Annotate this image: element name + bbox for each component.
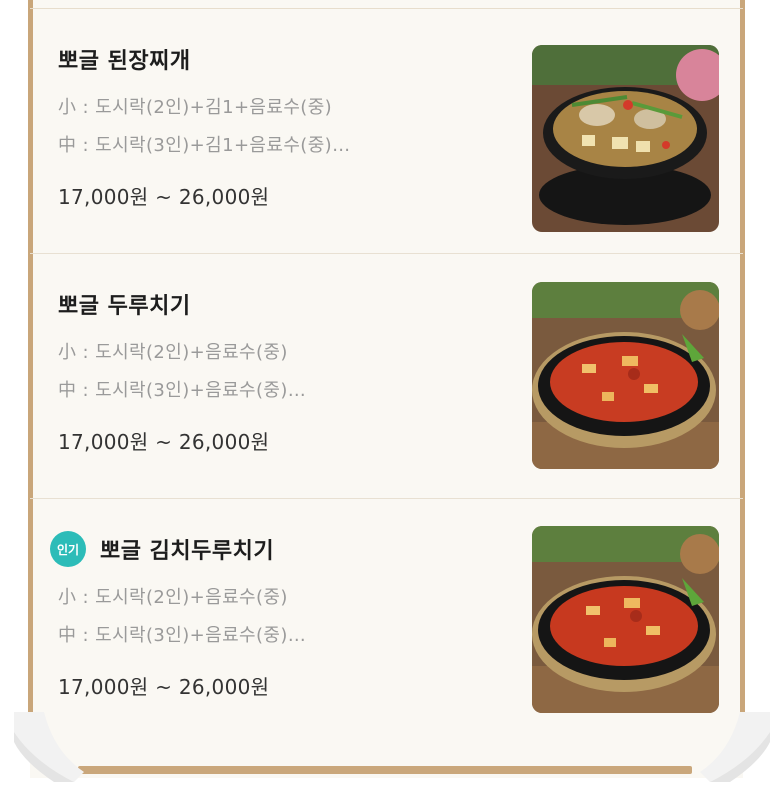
- stirfry-photo-icon[interactable]: [532, 282, 719, 469]
- menu-item-price: 17,000원 ~ 26,000원: [58, 675, 270, 699]
- page-curl-left-icon: [14, 712, 84, 782]
- menu-item-price: 17,000원 ~ 26,000원: [58, 430, 270, 454]
- menu-item-option-medium: 中 : 도시락(3인)+음료수(중)…: [58, 625, 307, 646]
- menu-item-name: 뽀글 두루치기: [58, 294, 191, 319]
- kimchi-stirfry-photo-icon[interactable]: [532, 526, 719, 713]
- menu-item-option-medium: 中 : 도시락(3인)+김1+음료수(중)…: [58, 135, 351, 156]
- menu-item-kimchi-duruchigi[interactable]: 인기 뽀글 김치두루치기 小 : 도시락(2인)+음료수(중) 中 : 도시락(…: [30, 499, 743, 743]
- menu-item-option-small: 小 : 도시락(2인)+김1+음료수(중): [58, 97, 333, 118]
- menu-item-option-small: 小 : 도시락(2인)+음료수(중): [58, 342, 288, 363]
- menu-item-duruchigi[interactable]: 뽀글 두루치기 小 : 도시락(2인)+음료수(중) 中 : 도시락(3인)+음…: [30, 254, 743, 499]
- popular-badge: 인기: [50, 531, 86, 567]
- menu-item-doenjang-jjigae[interactable]: 뽀글 된장찌개 小 : 도시락(2인)+김1+음료수(중) 中 : 도시락(3인…: [30, 9, 743, 254]
- stew-photo-icon[interactable]: [532, 45, 719, 232]
- frame-bottom-bar: [78, 766, 692, 774]
- menu-item-name: 뽀글 김치두루치기: [100, 539, 275, 564]
- menu-item-name: 뽀글 된장찌개: [58, 49, 191, 74]
- menu-item-option-small: 小 : 도시락(2인)+음료수(중): [58, 587, 288, 608]
- menu-item-option-medium: 中 : 도시락(3인)+음료수(중)…: [58, 380, 307, 401]
- page-curl-right-icon: [700, 712, 770, 782]
- menu-item-price: 17,000원 ~ 26,000원: [58, 185, 270, 209]
